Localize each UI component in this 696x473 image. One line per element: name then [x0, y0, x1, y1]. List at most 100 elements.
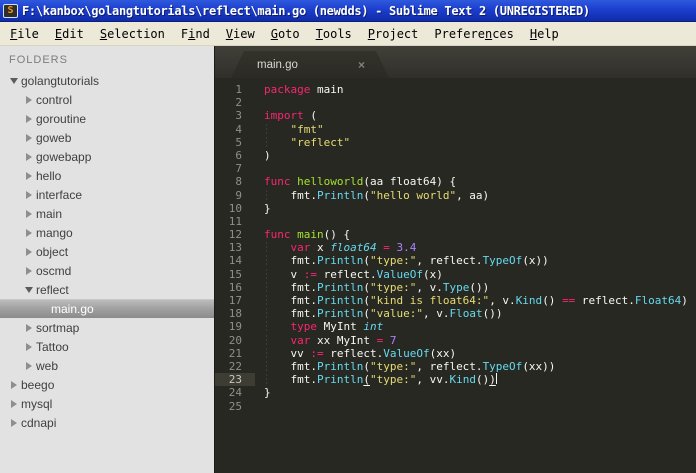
- code-line[interactable]: 1 package main: [215, 83, 696, 96]
- code-area[interactable]: 1 package main 2 3 import (4 "fmt" 5 "reflect…: [215, 78, 696, 473]
- tree-item-label: gowebapp: [36, 149, 92, 164]
- chevron-right-icon[interactable]: [21, 171, 36, 180]
- code-line[interactable]: 4 "fmt": [215, 123, 696, 136]
- line-number: 21: [228, 346, 242, 360]
- tree-item-gowebapp[interactable]: gowebapp: [0, 147, 214, 166]
- chevron-right-icon[interactable]: [6, 380, 21, 389]
- chevron-down-icon[interactable]: [6, 77, 21, 84]
- tree-item-goroutine[interactable]: goroutine: [0, 109, 214, 128]
- chevron-right-icon[interactable]: [21, 95, 36, 104]
- code-line[interactable]: 22 fmt.Println("type:", reflect.TypeOf(x…: [215, 360, 696, 373]
- code-line[interactable]: 18 fmt.Println("value:", v.Float()): [215, 307, 696, 320]
- chevron-right-icon[interactable]: [21, 361, 36, 370]
- code-line[interactable]: 24}: [215, 386, 696, 399]
- menu-item-project[interactable]: Project: [360, 22, 427, 46]
- code-line[interactable]: 6): [215, 149, 696, 162]
- line-number: 10: [228, 201, 242, 215]
- chevron-right-icon[interactable]: [21, 133, 36, 142]
- tree-item-label: oscmd: [36, 263, 72, 278]
- menu-item-find[interactable]: Find: [173, 22, 218, 46]
- code-line[interactable]: 8 func helloworld(aa float64) {: [215, 175, 696, 188]
- tree-item-main-go[interactable]: main.go: [0, 299, 214, 318]
- code-line[interactable]: 16 fmt.Println("type:", v.Type()): [215, 281, 696, 294]
- code-line[interactable]: 17 fmt.Println("kind is float64:", v.Kin…: [215, 294, 696, 307]
- code-line[interactable]: 9 fmt.Println("hello world", aa): [215, 189, 696, 202]
- code-line[interactable]: 11: [215, 215, 696, 228]
- line-number: 18: [228, 307, 242, 321]
- tree-item-main[interactable]: main: [0, 204, 214, 223]
- menu-item-edit[interactable]: Edit: [47, 22, 92, 46]
- code-line[interactable]: 21 vv := reflect.ValueOf(xx): [215, 347, 696, 360]
- tree-item-sortmap[interactable]: sortmap: [0, 318, 214, 337]
- menu-item-preferences[interactable]: Preferences: [426, 22, 522, 46]
- code-text: "fmt": [290, 122, 324, 136]
- tree-item-mysql[interactable]: mysql: [0, 394, 214, 413]
- tree-item-goweb[interactable]: goweb: [0, 128, 214, 147]
- code-line[interactable]: 20 var xx MyInt = 7: [215, 334, 696, 347]
- tab-main-go[interactable]: main.go ×: [231, 51, 389, 78]
- tree-item-beego[interactable]: beego: [0, 375, 214, 394]
- code-line[interactable]: 5 "reflect": [215, 136, 696, 149]
- menu-item-tools[interactable]: Tools: [308, 22, 360, 46]
- code-line[interactable]: 7: [215, 162, 696, 175]
- code-line[interactable]: 3 import (: [215, 109, 696, 122]
- tree-item-interface[interactable]: interface: [0, 185, 214, 204]
- code-line[interactable]: 10}: [215, 202, 696, 215]
- tree-item-label: goweb: [36, 130, 72, 145]
- chevron-right-icon[interactable]: [21, 228, 36, 237]
- tree-item-label: beego: [21, 377, 55, 392]
- chevron-down-icon[interactable]: [21, 286, 36, 293]
- tree-item-golangtutorials[interactable]: golangtutorials: [0, 71, 214, 90]
- tree-item-label: goroutine: [36, 111, 87, 126]
- tree-item-oscmd[interactable]: oscmd: [0, 261, 214, 280]
- menu-item-file[interactable]: File: [2, 22, 47, 46]
- code-text: func main() {: [264, 228, 351, 242]
- menu-item-view[interactable]: View: [218, 22, 263, 46]
- tree-item-reflect[interactable]: reflect: [0, 280, 214, 299]
- code-line[interactable]: 23 fmt.Println("type:", vv.Kind()): [215, 373, 696, 387]
- code-text: ): [264, 148, 271, 162]
- tree-item-web[interactable]: web: [0, 356, 214, 375]
- line-number: 23: [215, 373, 255, 387]
- code-text: fmt.Println("type:", v.Type()): [264, 280, 490, 294]
- tree-item-hello[interactable]: hello: [0, 166, 214, 185]
- chevron-right-icon[interactable]: [6, 399, 21, 408]
- chevron-right-icon[interactable]: [21, 323, 36, 332]
- line-number: 22: [228, 359, 242, 373]
- tree-item-mango[interactable]: mango: [0, 223, 214, 242]
- title-bar: S F:\kanbox\golangtutorials\reflect\main…: [0, 0, 696, 22]
- close-icon[interactable]: ×: [358, 58, 365, 72]
- chevron-right-icon[interactable]: [21, 114, 36, 123]
- menu-item-goto[interactable]: Goto: [263, 22, 308, 46]
- line-number: 11: [228, 214, 242, 228]
- editor-pane: main.go × 1 package main 2 3 import (4 "fmt"…: [215, 46, 696, 473]
- line-number: 13: [228, 241, 242, 255]
- code-line[interactable]: 15 v := reflect.ValueOf(x): [215, 268, 696, 281]
- tree-item-object[interactable]: object: [0, 242, 214, 261]
- chevron-right-icon[interactable]: [21, 266, 36, 275]
- tree-item-label: hello: [36, 168, 62, 183]
- tree-item-label: sortmap: [36, 320, 80, 335]
- code-line[interactable]: 14 fmt.Println("type:", reflect.TypeOf(x…: [215, 254, 696, 267]
- chevron-right-icon[interactable]: [21, 209, 36, 218]
- tree-item-tattoo[interactable]: Tattoo: [0, 337, 214, 356]
- menu-item-help[interactable]: Help: [522, 22, 567, 46]
- chevron-right-icon[interactable]: [6, 418, 21, 427]
- tree-item-cdnapi[interactable]: cdnapi: [0, 413, 214, 432]
- chevron-right-icon[interactable]: [21, 247, 36, 256]
- chevron-right-icon[interactable]: [21, 190, 36, 199]
- code-line[interactable]: 13 var x float64 = 3.4: [215, 241, 696, 254]
- chevron-right-icon[interactable]: [21, 342, 36, 351]
- menu-item-selection[interactable]: Selection: [92, 22, 173, 46]
- code-line[interactable]: 25: [215, 400, 696, 413]
- code-line[interactable]: 12 func main() {: [215, 228, 696, 241]
- sublime-app-icon: S: [3, 3, 18, 18]
- code-line[interactable]: 2: [215, 96, 696, 109]
- line-number: 1: [235, 83, 242, 96]
- code-line[interactable]: 19 type MyInt int: [215, 320, 696, 333]
- tree-item-control[interactable]: control: [0, 90, 214, 109]
- tree-item-label: mango: [36, 225, 73, 240]
- main-split: FOLDERS golangtutorials control goroutine g…: [0, 46, 696, 473]
- code-text: fmt.Println("type:", vv.Kind()): [264, 373, 497, 387]
- chevron-right-icon[interactable]: [21, 152, 36, 161]
